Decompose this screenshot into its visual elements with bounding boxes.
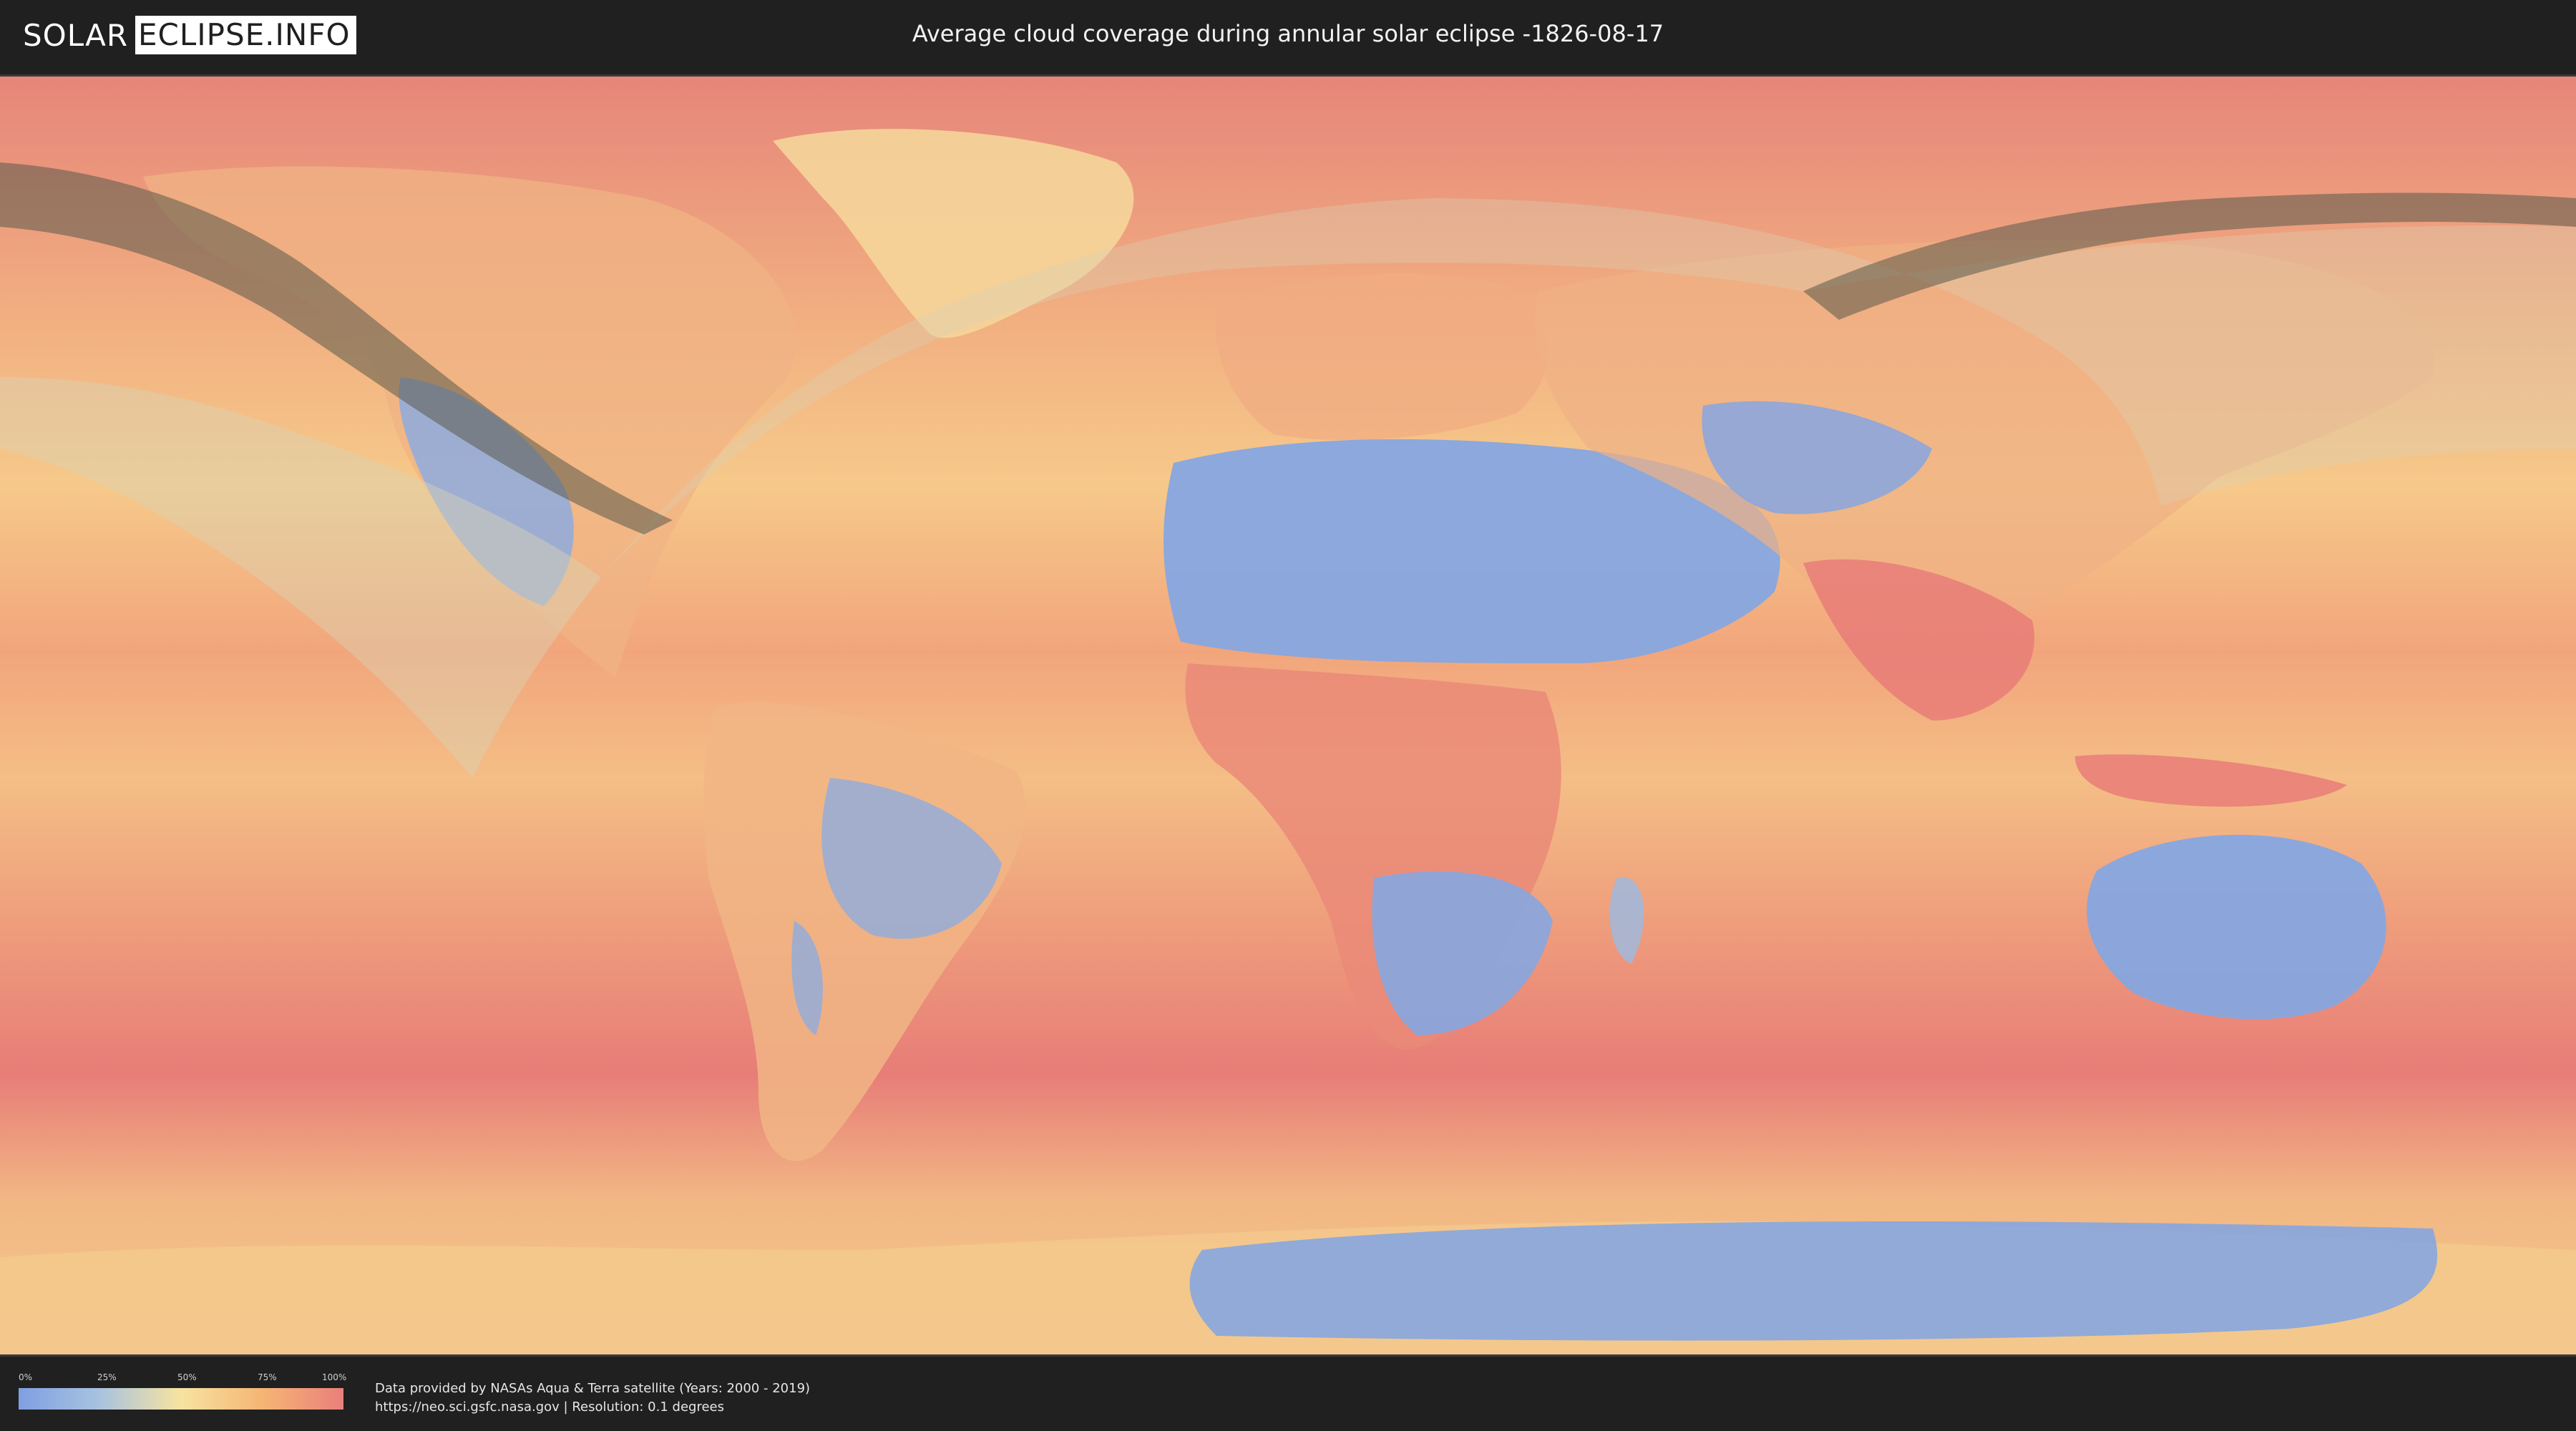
legend-tick-25: 25% (97, 1372, 117, 1382)
page-title: Average cloud coverage during annular so… (912, 20, 1664, 47)
legend-tick-75: 75% (258, 1372, 277, 1382)
cloud-coverage-map (0, 74, 2576, 1357)
legend-tick-0: 0% (19, 1372, 33, 1382)
credits-line-1: Data provided by NASAs Aqua & Terra sate… (375, 1381, 811, 1396)
footer-bar: 0% 25% 50% 75% 100% Data provided by NAS… (0, 1357, 2576, 1431)
clear-area-australia (2087, 834, 2386, 1020)
legend-tick-100: 100% (322, 1372, 347, 1382)
legend-tick-50: 50% (177, 1372, 197, 1382)
map-svg (0, 77, 2576, 1354)
clear-area-antarctica (1189, 1221, 2438, 1341)
landmass-europe (1215, 273, 1548, 441)
legend-color-bar (19, 1388, 343, 1410)
legend-ticks: 0% 25% 50% 75% 100% (19, 1372, 347, 1385)
cloud-coverage-legend: 0% 25% 50% 75% 100% (19, 1372, 347, 1410)
header-bar: SOLAR ECLIPSE.INFO Average cloud coverag… (0, 0, 2576, 72)
credits-line-2[interactable]: https://neo.sci.gsfc.nasa.gov | Resoluti… (375, 1398, 810, 1417)
data-credits: Data provided by NASAs Aqua & Terra sate… (375, 1379, 810, 1417)
